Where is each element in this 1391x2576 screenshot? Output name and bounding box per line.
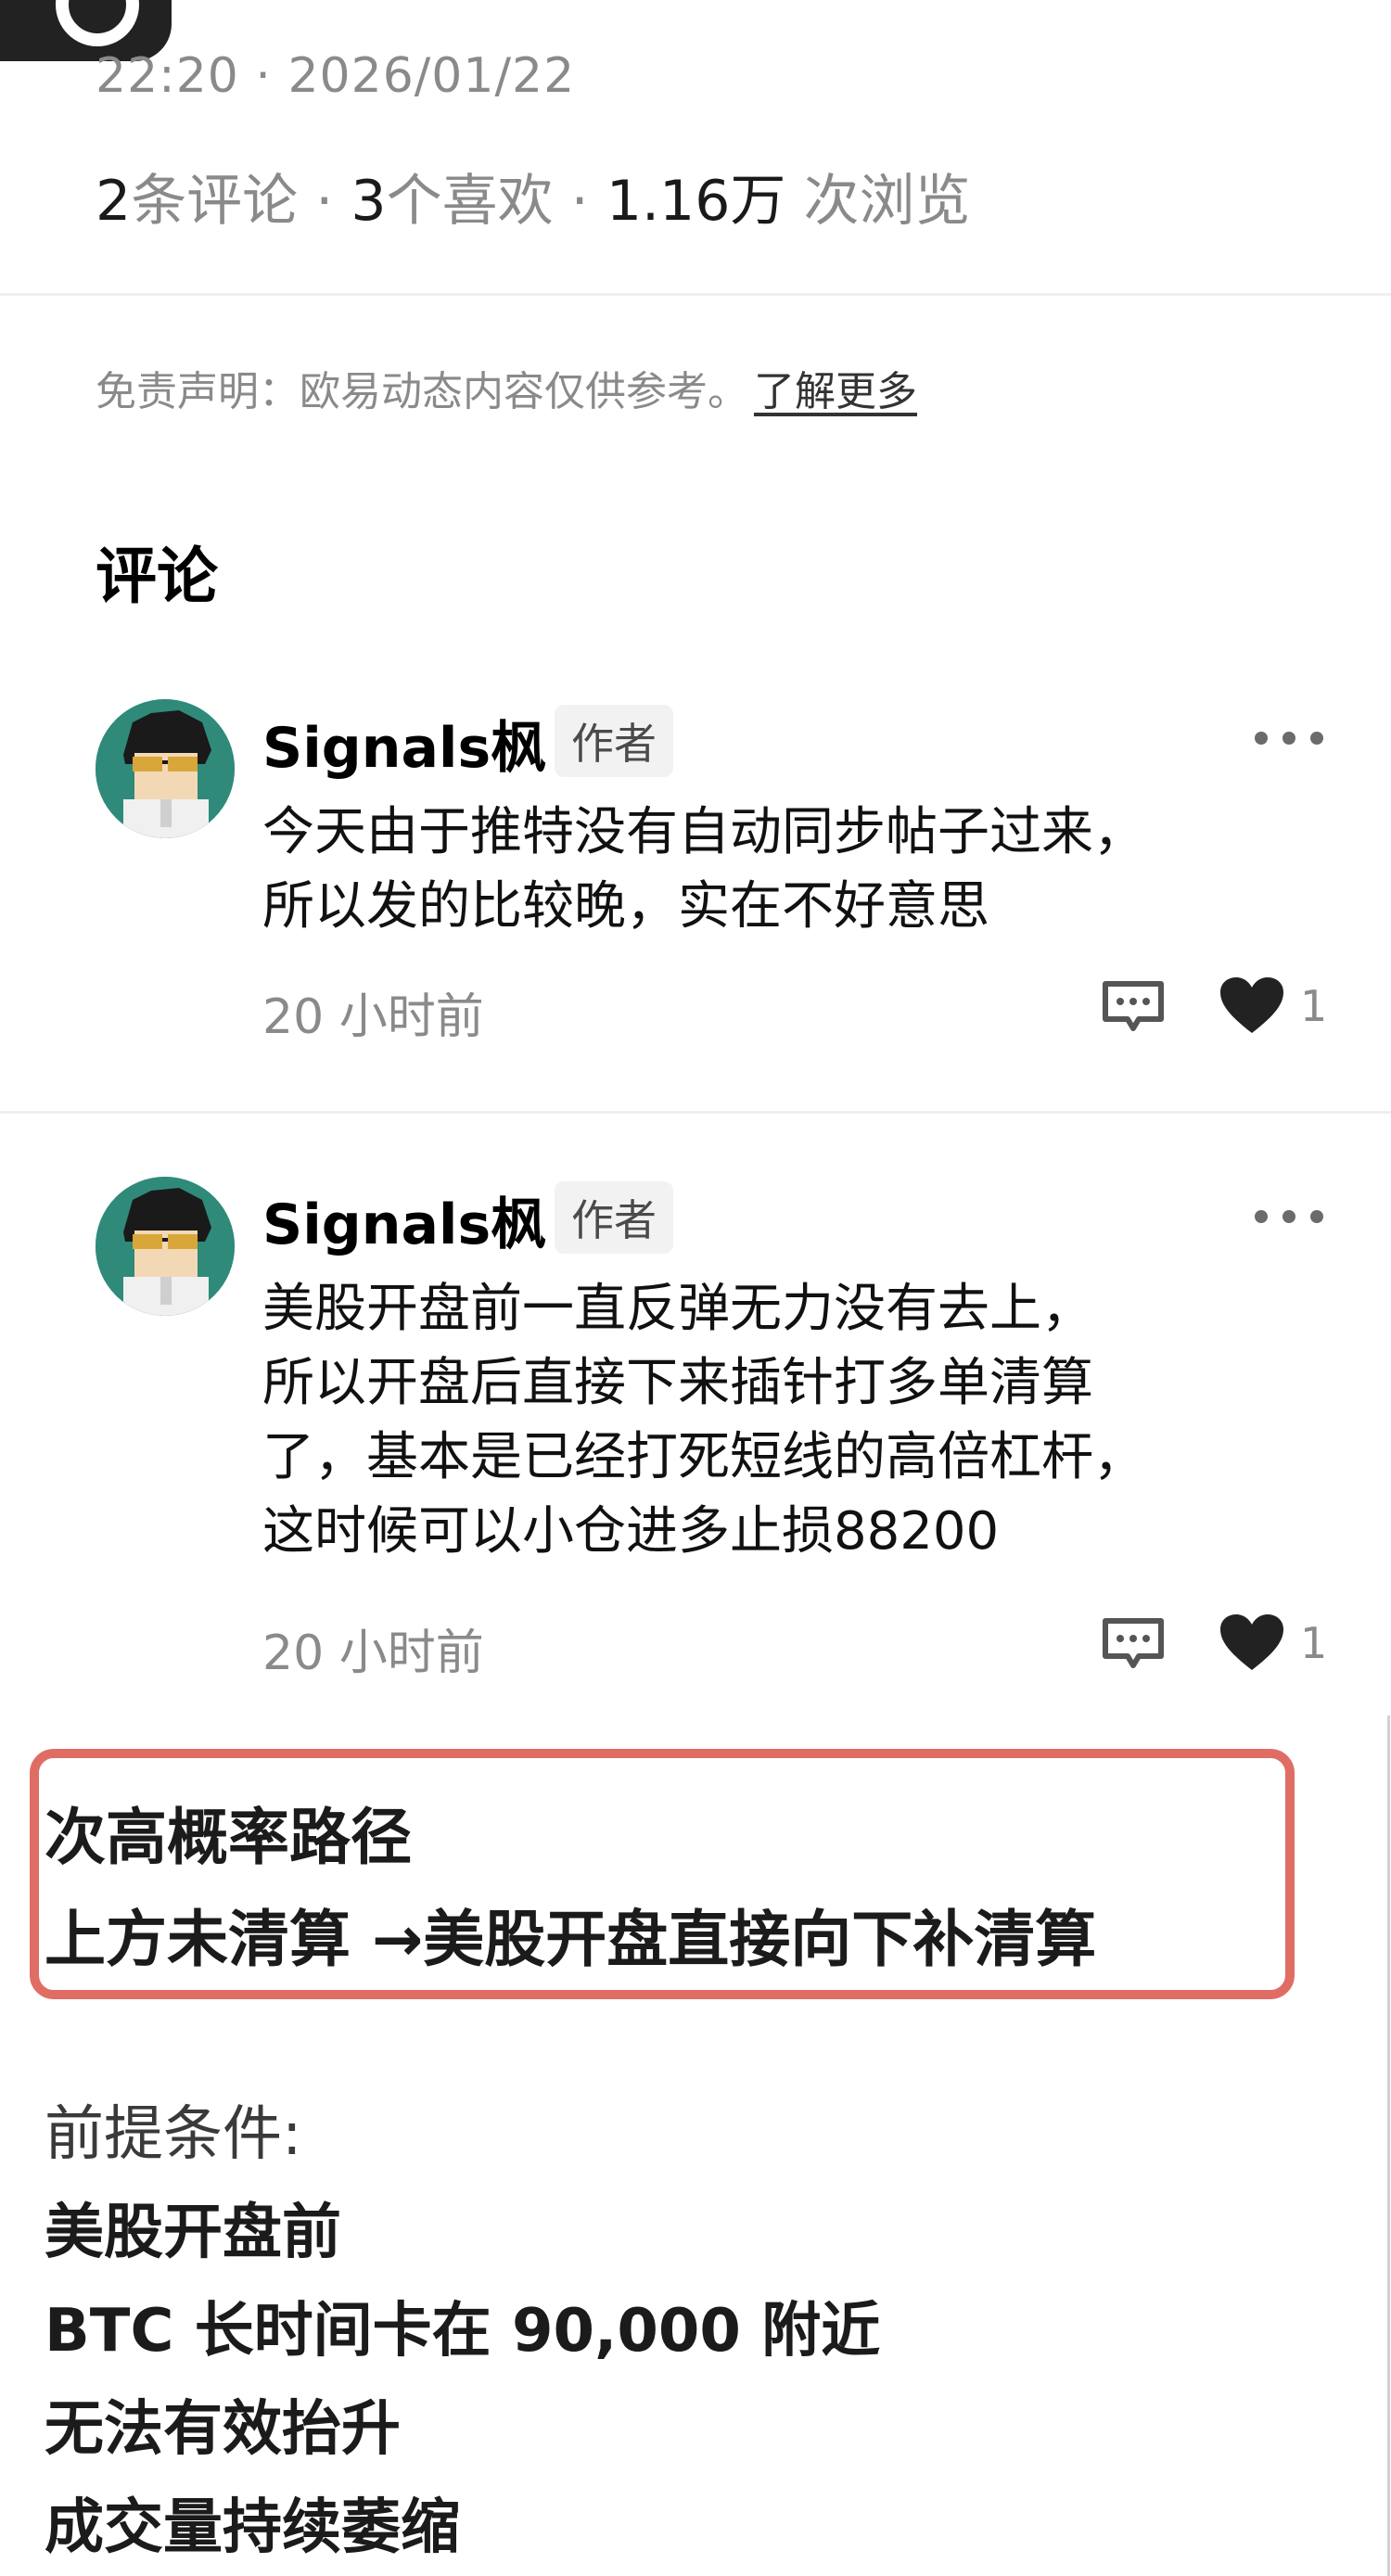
comment-timestamp: 20 小时前 bbox=[262, 989, 484, 1045]
comment-text-line: 所以发的比较晚，实在不好意思 bbox=[262, 876, 989, 937]
comment-text: 美股开盘前一直反弹无力没有去上， 所以开盘后直接下来插针打多单清算 了，基本是已… bbox=[262, 1272, 1338, 1569]
comment-text-line: 今天由于推特没有自动同步帖子过来， bbox=[262, 802, 1145, 862]
pixel-avatar-icon bbox=[96, 699, 235, 838]
view-count-label: 次浏览 bbox=[785, 169, 971, 234]
heart-icon[interactable] bbox=[1219, 976, 1285, 1037]
more-options-icon[interactable] bbox=[1252, 729, 1326, 747]
more-options-icon[interactable] bbox=[1252, 1207, 1326, 1226]
view-count: 1.16万 bbox=[606, 169, 786, 234]
avatar[interactable] bbox=[96, 1177, 235, 1316]
condition-item: 无法有效抬升 bbox=[45, 2395, 401, 2464]
author-badge: 作者 bbox=[555, 705, 673, 777]
like-count-label: 个喜欢 · bbox=[386, 169, 606, 234]
post-stats: 2条评论 · 3个喜欢 · 1.16万 次浏览 bbox=[96, 156, 970, 236]
comment-count-label: 条评论 · bbox=[131, 169, 351, 234]
comment-text-line: 这时候可以小仓进多止损88200 bbox=[262, 1501, 1000, 1562]
pixel-avatar-icon bbox=[96, 1177, 235, 1316]
author-badge: 作者 bbox=[555, 1181, 673, 1254]
highlight-title: 次高概率路径 bbox=[45, 1802, 412, 1873]
ring-icon bbox=[56, 0, 139, 46]
heart-icon[interactable] bbox=[1219, 1613, 1285, 1674]
like-count: 1 bbox=[1300, 981, 1328, 1031]
comment-text: 今天由于推特没有自动同步帖子过来， 所以发的比较晚，实在不好意思 bbox=[262, 796, 1338, 944]
learn-more-link[interactable]: 了解更多 bbox=[754, 368, 917, 415]
post-timestamp: 22:20 · 2026/01/22 bbox=[96, 48, 576, 104]
condition-item: 美股开盘前 bbox=[45, 2199, 341, 2267]
comment-text-line: 美股开盘前一直反弹无力没有去上， bbox=[262, 1279, 1093, 1339]
comment-count: 2 bbox=[96, 169, 132, 234]
comment-text-line: 所以开盘后直接下来插针打多单清算 bbox=[262, 1353, 1093, 1413]
divider bbox=[0, 293, 1391, 296]
reply-icon[interactable] bbox=[1100, 978, 1167, 1036]
condition-item: BTC 长时间卡在 90,000 附近 bbox=[45, 2297, 881, 2366]
divider bbox=[0, 1111, 1391, 1114]
condition-item: 成交量持续萎缩 bbox=[45, 2493, 460, 2562]
image-edge bbox=[1387, 1715, 1390, 2576]
like-count: 1 bbox=[1300, 1618, 1328, 1668]
conditions-label: 前提条件: bbox=[45, 2100, 302, 2169]
comments-heading: 评论 bbox=[96, 541, 218, 612]
like-count: 3 bbox=[351, 169, 387, 234]
disclaimer-text: 免责声明：欧易动态内容仅供参考。 bbox=[96, 368, 748, 415]
reply-icon[interactable] bbox=[1100, 1615, 1167, 1673]
disclaimer: 免责声明：欧易动态内容仅供参考。 了解更多 bbox=[96, 358, 917, 417]
comment-timestamp: 20 小时前 bbox=[262, 1626, 484, 1681]
comment-author[interactable]: Signals枫 bbox=[262, 703, 546, 784]
comment-author[interactable]: Signals枫 bbox=[262, 1180, 546, 1260]
avatar[interactable] bbox=[96, 699, 235, 838]
highlight-text: 上方未清算 →美股开盘直接向下补清算 bbox=[45, 1904, 1097, 1975]
comment-text-line: 了，基本是已经打死短线的高倍杠杆， bbox=[262, 1427, 1145, 1487]
